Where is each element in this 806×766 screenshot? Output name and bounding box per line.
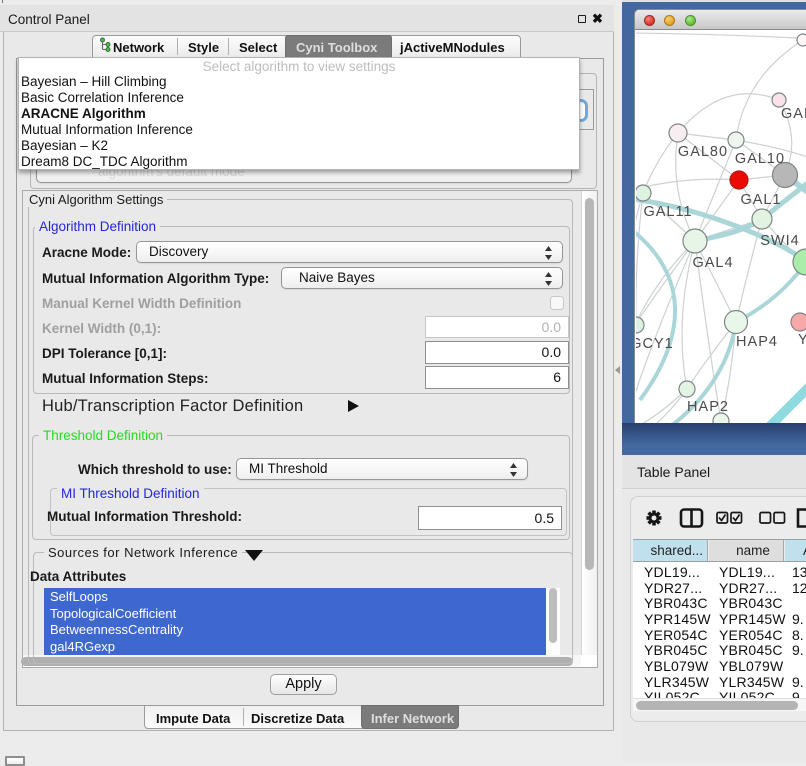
svg-text:GAL80: GAL80 xyxy=(678,144,728,160)
svg-text:HAP2: HAP2 xyxy=(687,399,729,415)
svg-text:HAP4: HAP4 xyxy=(736,334,778,350)
svg-text:GAL4: GAL4 xyxy=(692,255,733,271)
svg-text:YJ: YJ xyxy=(798,332,806,348)
svg-text:GAL1: GAL1 xyxy=(740,192,781,208)
svg-text:SWI4: SWI4 xyxy=(760,233,799,249)
svg-text:GAL10: GAL10 xyxy=(735,151,785,167)
svg-text:GAL7: GAL7 xyxy=(781,106,806,122)
svg-text:GAL11: GAL11 xyxy=(643,204,692,220)
svg-text:GCY1: GCY1 xyxy=(636,336,674,352)
